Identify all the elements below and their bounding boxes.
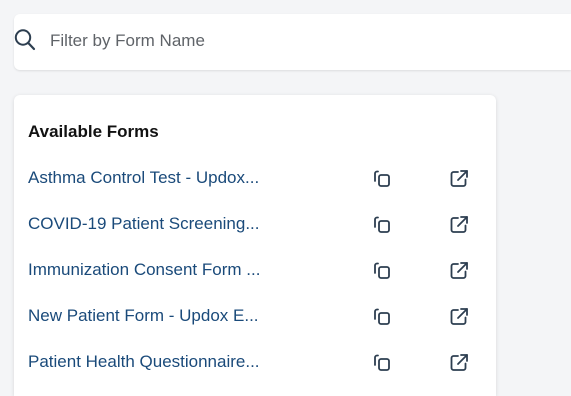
list-item: Asthma Control Test - Updox...: [14, 157, 496, 203]
copy-icon[interactable]: [372, 214, 394, 236]
search-input[interactable]: [50, 28, 550, 54]
form-link[interactable]: Asthma Control Test - Updox...: [28, 168, 328, 188]
external-link-icon[interactable]: [448, 306, 470, 328]
copy-icon[interactable]: [372, 306, 394, 328]
list-item: New Patient Form - Updox E...: [14, 295, 496, 341]
copy-icon[interactable]: [372, 260, 394, 282]
external-link-icon[interactable]: [448, 214, 470, 236]
list-item: Immunization Consent Form ...: [14, 249, 496, 295]
external-link-icon[interactable]: [448, 352, 470, 374]
panel-title: Available Forms: [28, 122, 159, 141]
form-link[interactable]: New Patient Form - Updox E...: [28, 306, 328, 326]
available-forms-panel: Available Forms Asthma Control Test - Up…: [14, 95, 496, 396]
list-item: COVID-19 Patient Screening...: [14, 203, 496, 249]
list-item: Patient Health Questionnaire...: [14, 341, 496, 387]
search-icon: [14, 28, 36, 52]
external-link-icon[interactable]: [448, 260, 470, 282]
search-bar[interactable]: [14, 14, 571, 70]
form-list: Asthma Control Test - Updox... COVID-19 …: [14, 157, 496, 387]
form-link[interactable]: Immunization Consent Form ...: [28, 260, 328, 280]
form-link[interactable]: Patient Health Questionnaire...: [28, 352, 328, 372]
copy-icon[interactable]: [372, 352, 394, 374]
form-link[interactable]: COVID-19 Patient Screening...: [28, 214, 328, 234]
external-link-icon[interactable]: [448, 168, 470, 190]
copy-icon[interactable]: [372, 168, 394, 190]
